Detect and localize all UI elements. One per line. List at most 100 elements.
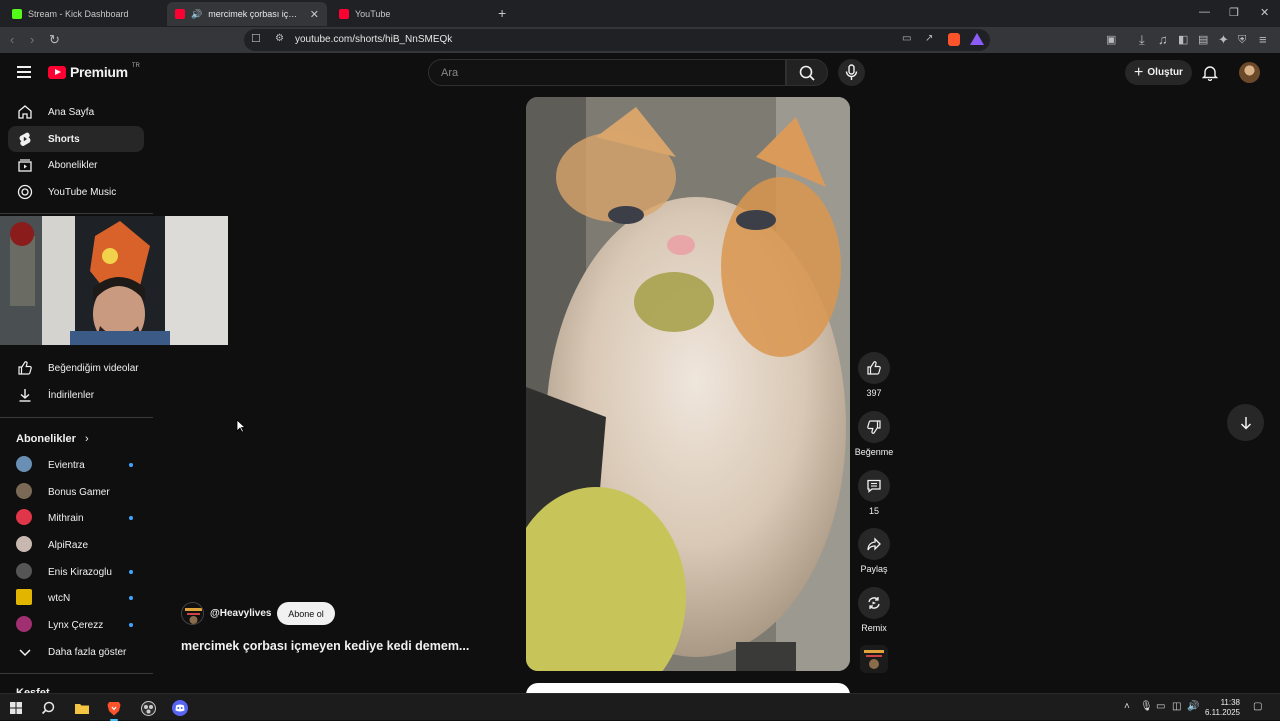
sidebar-item-liked-videos[interactable]: Beğendiğim videolar <box>8 355 144 381</box>
new-tab-icon[interactable]: + <box>498 5 506 21</box>
webcam-overlay <box>0 216 228 345</box>
new-content-dot <box>129 516 133 520</box>
sound-source-thumbnail[interactable] <box>860 645 888 673</box>
browser-tab-youtube[interactable]: YouTube <box>331 2 491 26</box>
search-button[interactable] <box>786 59 828 86</box>
show-more-button[interactable]: Daha fazla göster <box>8 639 144 665</box>
shorts-video-player[interactable] <box>526 97 850 671</box>
windows-taskbar: ˄ 🎙 ▭ ◫ 🔊 11:38 6.11.2025 ▢ <box>0 693 1280 721</box>
system-clock[interactable]: 11:38 6.11.2025 <box>1198 698 1240 718</box>
music-icon <box>17 184 33 200</box>
chevron-down-icon <box>19 649 31 657</box>
start-button[interactable] <box>6 698 26 718</box>
sidebar-item-subscriptions[interactable]: Abonelikler <box>8 152 144 178</box>
leo-ai-icon[interactable]: ✦ <box>1218 32 1229 48</box>
account-avatar[interactable] <box>1239 62 1260 83</box>
browser-tab-current[interactable]: 🔊 mercimek çorbası içmeyen kedi ✕ <box>167 2 327 26</box>
address-bar[interactable]: ☐ ⚙ youtube.com/shorts/hiB_NnSMEQk ▭ ↗ <box>244 29 990 51</box>
subscription-item[interactable]: Evientra <box>8 452 144 478</box>
subscribe-button[interactable]: Abone ol <box>277 602 335 625</box>
subscription-item[interactable]: AlpiRaze <box>8 532 144 558</box>
subscription-item[interactable]: Lynx Çerezz <box>8 612 144 638</box>
sidebar-item-youtube-music[interactable]: YouTube Music <box>8 179 144 205</box>
search-icon <box>799 65 815 81</box>
browser-toolbar: ‹ › ↻ ☐ ⚙ youtube.com/shorts/hiB_NnSMEQk… <box>0 27 1280 53</box>
browser-tab-kick[interactable]: Stream - Kick Dashboard <box>4 2 164 26</box>
youtube-favicon-icon <box>339 9 349 19</box>
back-icon[interactable]: ‹ <box>10 32 14 48</box>
comments-button[interactable] <box>858 470 890 502</box>
share-icon[interactable]: ↗ <box>925 33 933 44</box>
discord-button[interactable] <box>170 698 190 718</box>
next-short-button[interactable] <box>1227 404 1264 441</box>
restore-icon[interactable]: ❐ <box>1229 6 1239 19</box>
windows-logo-icon <box>10 702 22 714</box>
file-explorer-button[interactable] <box>72 698 92 718</box>
subscription-item[interactable]: Bonus Gamer <box>8 479 144 505</box>
search-taskbar-button[interactable] <box>38 698 58 718</box>
brave-browser-button[interactable] <box>104 698 124 721</box>
sidebar-item-hidden <box>8 335 144 345</box>
channel-logo-image <box>860 645 888 673</box>
dislike-label: Beğenme <box>854 447 894 457</box>
subscription-item[interactable]: wtcN <box>8 585 144 611</box>
subscription-item[interactable]: Mithrain <box>8 505 144 531</box>
create-button[interactable]: + Oluştur <box>1125 60 1192 85</box>
remix-button[interactable] <box>858 587 890 619</box>
youtube-premium-logo[interactable]: Premium TR <box>48 63 140 80</box>
subscriptions-icon <box>18 159 32 172</box>
sidebar-item-shorts[interactable]: Shorts <box>8 126 144 152</box>
kick-favicon-icon <box>12 9 22 19</box>
share-button[interactable] <box>858 528 890 560</box>
channel-avatar[interactable] <box>181 602 204 625</box>
discord-icon <box>172 700 188 716</box>
shorts-icon <box>19 132 31 147</box>
cast-icon[interactable]: ▭ <box>902 33 911 44</box>
channel-logo-image <box>182 603 203 624</box>
arrow-down-icon <box>1240 416 1251 430</box>
sidebar-tabs-icon[interactable]: ▣ <box>1106 32 1116 48</box>
battery-icon[interactable]: ▭ <box>1156 701 1165 712</box>
obs-icon <box>140 700 156 716</box>
dislike-button[interactable] <box>858 411 890 443</box>
brave-shields-icon[interactable] <box>948 33 960 46</box>
reload-icon[interactable]: ↻ <box>49 32 60 48</box>
brave-rewards-icon[interactable] <box>970 33 984 45</box>
bookmark-icon[interactable]: ☐ <box>251 32 261 45</box>
channel-avatar <box>16 616 32 632</box>
search-input[interactable]: Ara <box>428 59 786 86</box>
sidebar-item-home[interactable]: Ana Sayfa <box>8 99 144 125</box>
new-content-dot <box>129 570 133 574</box>
close-window-icon[interactable]: ✕ <box>1260 6 1269 19</box>
channel-name[interactable]: @Heavylives <box>210 608 271 619</box>
forward-icon[interactable]: › <box>30 32 34 48</box>
notifications-icon[interactable]: ▢ <box>1253 701 1262 712</box>
notifications-bell-icon[interactable] <box>1202 64 1218 81</box>
comment-count: 15 <box>868 506 879 516</box>
thumbs-down-icon <box>867 420 881 434</box>
voice-search-button[interactable] <box>838 59 865 86</box>
close-tab-icon[interactable]: ✕ <box>310 8 319 21</box>
guide-menu-icon[interactable] <box>17 66 31 78</box>
subscriptions-section-title[interactable]: Abonelikler › <box>16 433 89 445</box>
channel-avatar <box>16 563 32 579</box>
microphone-tray-icon[interactable]: 🎙 <box>1140 701 1153 712</box>
show-hidden-icons-chevron-icon[interactable]: ˄ <box>1124 701 1130 712</box>
network-icon[interactable]: ◫ <box>1172 701 1181 712</box>
channel-avatar <box>16 536 32 552</box>
subscription-item[interactable]: Enis Kirazoglu <box>8 559 144 585</box>
audio-playing-icon[interactable]: 🔊 <box>191 9 202 20</box>
sidebar-icon[interactable]: ◧ <box>1178 32 1188 48</box>
minimize-icon[interactable]: — <box>1199 6 1210 18</box>
sidebar-item-downloads[interactable]: İndirilenler <box>8 382 144 408</box>
menu-icon[interactable]: ≡ <box>1259 32 1267 48</box>
obs-button[interactable] <box>138 698 158 718</box>
share-arrow-icon <box>867 537 881 551</box>
short-title[interactable]: mercimek çorbası içmeyen kediye kedi dem… <box>181 639 469 653</box>
downloads-icon[interactable]: ⤓ <box>1139 32 1145 48</box>
wallet-icon[interactable]: ▤ <box>1198 32 1208 48</box>
site-info-icon[interactable]: ⚙ <box>275 33 284 44</box>
vpn-icon[interactable]: ⛨ <box>1238 32 1246 48</box>
like-button[interactable] <box>858 352 890 384</box>
media-icon[interactable]: ♫ <box>1158 32 1168 48</box>
